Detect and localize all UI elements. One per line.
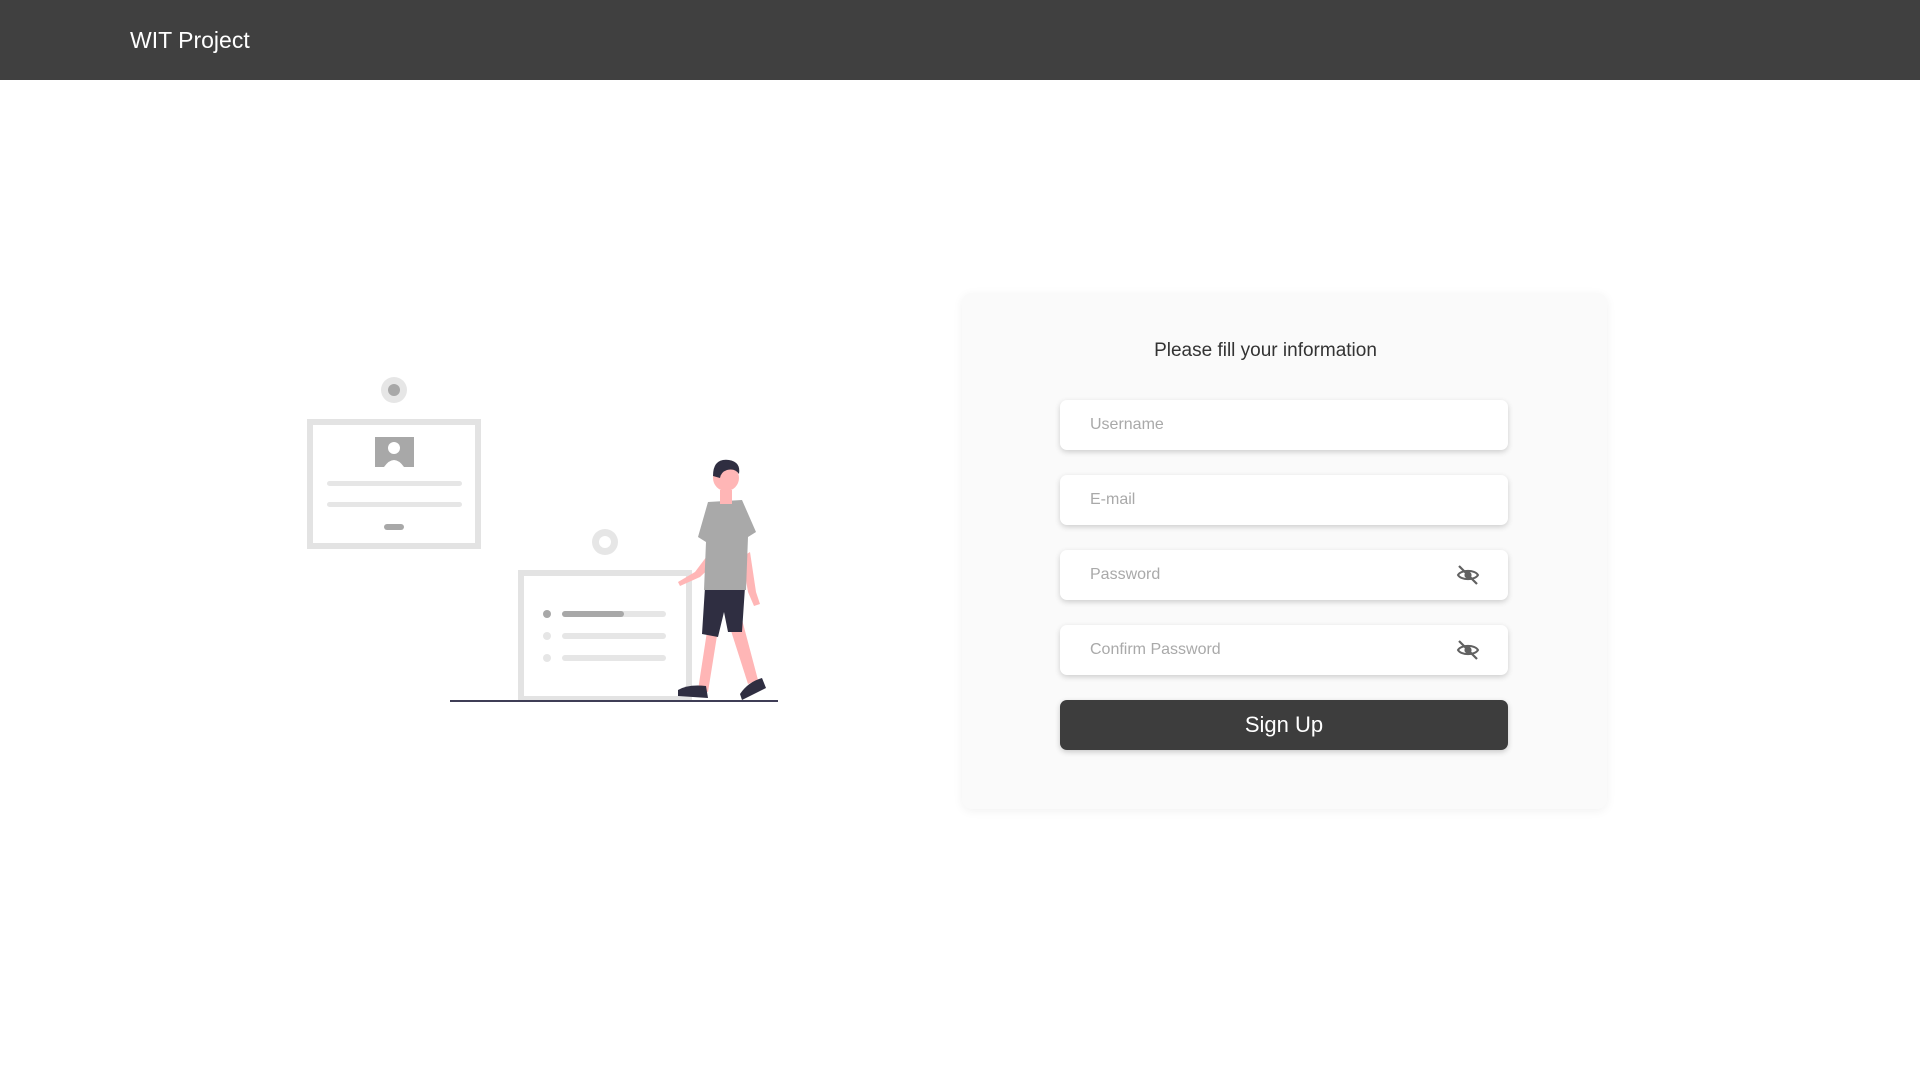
password-field-wrapper [1060,550,1508,600]
signup-card: Please fill your information Sign Up [962,293,1607,809]
brand-title[interactable]: WIT Project [130,24,250,56]
eye-slash-icon[interactable] [1456,638,1480,662]
confirm-password-field-wrapper [1060,625,1508,675]
password-input[interactable] [1060,550,1508,600]
username-input[interactable] [1060,400,1508,450]
sign-up-button[interactable]: Sign Up [1060,700,1508,750]
form-title: Please fill your information [1154,340,1377,361]
username-field-wrapper [1060,400,1508,450]
email-input[interactable] [1060,475,1508,525]
top-navbar: WIT Project [0,0,1920,80]
email-field-wrapper [1060,475,1508,525]
confirm-password-input[interactable] [1060,625,1508,675]
eye-slash-icon[interactable] [1456,563,1480,587]
signup-illustration [300,372,790,712]
